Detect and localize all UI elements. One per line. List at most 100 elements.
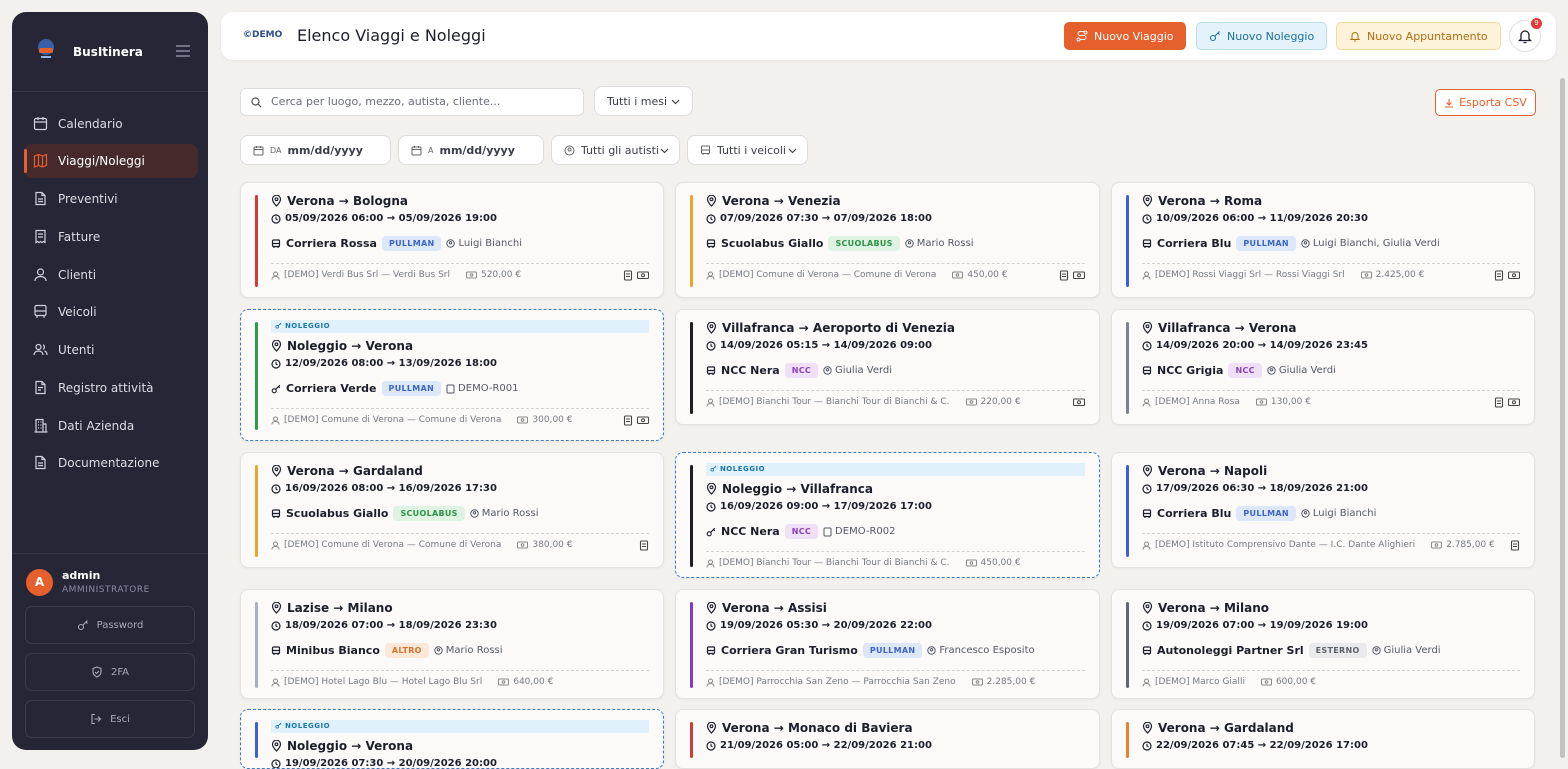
payment-icon[interactable]	[637, 415, 649, 425]
sidebar-item-label: Fatture	[58, 230, 101, 244]
trip-card[interactable]: Verona → Assisi 19/09/2026 05:30 → 20/09/…	[675, 589, 1100, 699]
date-to-field[interactable]: A mm/dd/yyyy	[398, 135, 544, 165]
trip-card[interactable]: Verona → Roma 10/09/2026 06:00 → 11/09/20…	[1111, 182, 1535, 298]
vehicle-filter-value: Tutti i veicoli	[717, 143, 786, 157]
invoice-icon[interactable]	[1510, 540, 1520, 551]
route-text: Verona → Napoli	[1158, 464, 1268, 478]
location-pin-icon	[706, 483, 717, 495]
sidebar-item-fatture[interactable]: Fatture	[24, 220, 198, 254]
vehicle-filter-select[interactable]: Tutti i veicoli	[687, 135, 808, 165]
payment-icon[interactable]	[1508, 270, 1520, 280]
trip-route: Verona → Assisi	[706, 601, 827, 615]
dates-text: 19/09/2026 05:30 → 20/09/2026 22:00	[720, 620, 932, 631]
password-button[interactable]: Password	[25, 606, 195, 644]
sidebar-item-clienti[interactable]: Clienti	[24, 258, 198, 292]
trip-card[interactable]: Verona → Bologna 05/09/2026 06:00 → 05/09…	[240, 182, 664, 298]
logout-button[interactable]: Esci	[25, 700, 195, 738]
location-pin-icon	[706, 322, 717, 334]
trip-card[interactable]: Verona → Monaco di Baviera 21/09/2026 05:…	[675, 709, 1100, 769]
color-bar	[1126, 195, 1129, 287]
rental-card[interactable]: NOLEGGIO Noleggio → Verona 12/09/2026 08:0…	[240, 309, 664, 441]
trip-card[interactable]: Verona → Venezia 07/09/2026 07:30 → 07/09…	[675, 182, 1100, 298]
sidebar-item-viaggi-noleggi[interactable]: Viaggi/Noleggi	[24, 144, 198, 178]
download-icon	[1445, 98, 1454, 108]
payment-icon[interactable]	[1073, 397, 1085, 407]
driver-filter-select[interactable]: Tutti gli autisti	[551, 135, 680, 165]
sidebar-item-utenti[interactable]: Utenti	[24, 333, 198, 367]
twofa-button[interactable]: 2FA	[25, 653, 195, 691]
menu-toggle-icon[interactable]	[176, 45, 190, 57]
vehicle-row: NCC Nera NCC DEMO-R002	[706, 524, 896, 539]
invoice-icon[interactable]	[1494, 397, 1504, 408]
rental-tag-label: NOLEGGIO	[284, 722, 331, 730]
trip-dates: 19/09/2026 05:30 → 20/09/2026 22:00	[706, 620, 932, 631]
rental-card[interactable]: NOLEGGIO Noleggio → Villafranca 16/09/2026…	[675, 452, 1100, 578]
sidebar-item-registro-attivit[interactable]: Registro attività	[24, 371, 198, 405]
color-bar	[255, 722, 258, 758]
payment-icon[interactable]	[1508, 397, 1520, 407]
card-actions	[639, 540, 649, 551]
driver-name: Giulia Verdi	[1371, 645, 1441, 656]
trip-route: Villafranca → Aeroporto di Venezia	[706, 321, 955, 335]
price-icon	[1431, 541, 1443, 549]
new-appointment-button[interactable]: Nuovo Appuntamento	[1336, 22, 1501, 50]
search-input[interactable]	[271, 95, 571, 108]
sidebar-item-dati-azienda[interactable]: Dati Azienda	[24, 409, 198, 443]
trip-card[interactable]: Verona → Gardaland 16/09/2026 08:00 → 16/…	[240, 452, 664, 568]
key-icon	[1209, 31, 1220, 42]
card-divider	[271, 408, 649, 409]
vehicle-row: NCC Nera NCC Giulia Verdi	[706, 363, 892, 378]
brand-name: BusItinera	[73, 45, 143, 59]
invoice-icon[interactable]	[1494, 270, 1504, 281]
payment-icon[interactable]	[1073, 270, 1085, 280]
document-icon	[35, 191, 46, 206]
vehicle-row: Corriera Gran Turismo PULLMAN Francesco Es…	[706, 643, 1035, 658]
new-rental-button[interactable]: Nuovo Noleggio	[1196, 22, 1328, 50]
scrollbar[interactable]	[1557, 64, 1568, 762]
contract-icon	[446, 384, 455, 393]
rental-card[interactable]: NOLEGGIO Noleggio → Verona 19/09/2026 07:3…	[240, 709, 664, 769]
driver-name: Mario Rossi	[434, 645, 503, 656]
trip-card[interactable]: Verona → Napoli 17/09/2026 06:30 → 18/09/…	[1111, 452, 1535, 568]
trip-card[interactable]: Lazise → Milano 18/09/2026 07:00 → 18/09/…	[240, 589, 664, 699]
card-footer: [DEMO] Comune di Verona — Comune di Vero…	[271, 540, 572, 550]
trip-card[interactable]: Verona → Gardaland 22/09/2026 07:45 → 22/…	[1111, 709, 1535, 769]
trip-price: 600,00 €	[1275, 677, 1317, 687]
sidebar-item-preventivi[interactable]: Preventivi	[24, 182, 198, 216]
trip-card[interactable]: Villafranca → Aeroporto di Venezia 14/09/…	[675, 309, 1100, 425]
driver-name: Luigi Bianchi	[1301, 508, 1376, 519]
sidebar-item-veicoli[interactable]: Veicoli	[24, 295, 198, 329]
client-icon	[271, 271, 280, 280]
price-icon	[498, 678, 510, 686]
trip-dates: 16/09/2026 09:00 → 17/09/2026 17:00	[706, 501, 932, 512]
trip-dates: 05/09/2026 06:00 → 05/09/2026 19:00	[271, 213, 497, 224]
vehicle-type-badge: NCC	[1228, 363, 1262, 378]
top-header: ©DEMO Elenco Viaggi e Noleggi Nuovo Viag…	[221, 12, 1556, 60]
color-bar	[690, 322, 693, 414]
invoice-icon[interactable]	[639, 540, 649, 551]
card-actions	[1510, 540, 1520, 551]
invoice-icon[interactable]	[1059, 270, 1069, 281]
driver-name: Luigi Bianchi	[446, 238, 522, 249]
sidebar-item-calendario[interactable]: Calendario	[24, 107, 198, 141]
date-from-field[interactable]: DA mm/dd/yyyy	[240, 135, 391, 165]
trip-card[interactable]: Villafranca → Verona 14/09/2026 20:00 → 1…	[1111, 309, 1535, 425]
bus-icon	[706, 645, 716, 655]
invoice-icon[interactable]	[623, 415, 633, 426]
dates-text: 18/09/2026 07:00 → 18/09/2026 23:30	[285, 620, 497, 631]
dates-text: 10/09/2026 06:00 → 11/09/2026 20:30	[1156, 213, 1368, 224]
user-icon	[34, 268, 47, 282]
client-name: [DEMO] Bianchi Tour — Bianchi Tour di Bi…	[719, 558, 950, 568]
export-csv-button[interactable]: Esporta CSV	[1435, 89, 1536, 116]
new-trip-button[interactable]: Nuovo Viaggio	[1064, 22, 1186, 50]
key-icon	[275, 722, 282, 729]
sidebar-item-documentazione[interactable]: Documentazione	[24, 446, 198, 480]
card-footer: [DEMO] Comune di Verona — Comune di Vero…	[271, 415, 572, 425]
card-actions	[1059, 270, 1085, 281]
price-icon	[517, 416, 529, 424]
trip-card[interactable]: Verona → Milano 19/09/2026 07:00 → 19/09/…	[1111, 589, 1535, 699]
payment-icon[interactable]	[637, 270, 649, 280]
demo-logo: ©DEMO	[243, 30, 283, 40]
invoice-icon[interactable]	[623, 270, 633, 281]
month-filter-select[interactable]: Tutti i mesi	[594, 86, 693, 116]
